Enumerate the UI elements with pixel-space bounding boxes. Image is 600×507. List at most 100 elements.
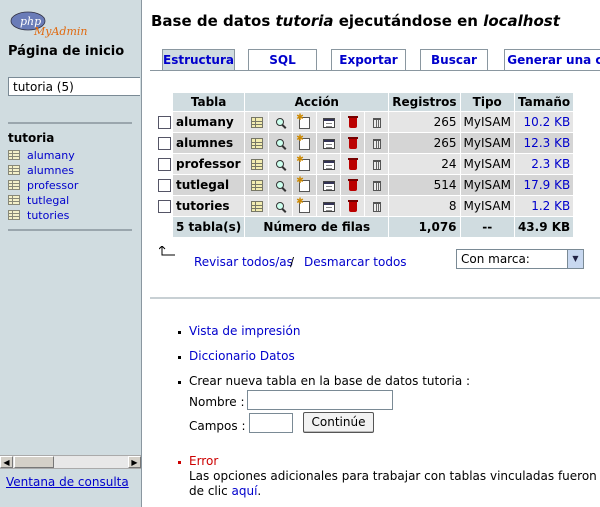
browse-icon[interactable] (250, 159, 263, 170)
table-name-input[interactable] (247, 390, 393, 410)
insert-icon[interactable] (296, 155, 311, 171)
table-icon[interactable] (8, 180, 20, 190)
row-size[interactable]: 12.3 KB (514, 133, 574, 153)
action-empty[interactable] (365, 112, 389, 132)
action-properties[interactable] (317, 133, 341, 153)
empty-icon[interactable] (372, 138, 381, 149)
empty-icon[interactable] (372, 201, 381, 212)
nav-table-link[interactable]: professor (27, 179, 78, 192)
action-browse[interactable] (245, 196, 269, 216)
action-insert[interactable] (293, 133, 317, 153)
query-window-link[interactable]: Ventana de consulta (6, 475, 129, 489)
action-drop[interactable] (341, 154, 365, 174)
nav-table-item[interactable]: tutories (8, 208, 78, 223)
tab-structure[interactable]: Estructura (162, 49, 235, 70)
row-checkbox[interactable] (157, 116, 171, 129)
action-browse[interactable] (245, 175, 269, 195)
scroll-left-icon[interactable]: ◀ (0, 456, 13, 468)
action-empty[interactable] (365, 196, 389, 216)
action-properties[interactable] (317, 175, 341, 195)
browse-icon[interactable] (250, 138, 263, 149)
table-icon[interactable] (8, 210, 20, 220)
action-browse[interactable] (245, 154, 269, 174)
row-checkbox[interactable] (157, 200, 171, 213)
action-properties[interactable] (317, 196, 341, 216)
row-checkbox[interactable] (157, 158, 171, 171)
row-size[interactable]: 1.2 KB (514, 196, 574, 216)
nav-table-item[interactable]: professor (8, 178, 78, 193)
action-properties[interactable] (317, 154, 341, 174)
action-drop[interactable] (341, 196, 365, 216)
tab-query-builder[interactable]: Generar una co (504, 49, 600, 70)
action-drop[interactable] (341, 175, 365, 195)
insert-icon[interactable] (296, 134, 311, 150)
insert-icon[interactable] (296, 197, 311, 213)
action-drop[interactable] (341, 112, 365, 132)
nav-table-link[interactable]: alumnes (27, 164, 74, 177)
action-insert[interactable] (293, 196, 317, 216)
home-link[interactable]: Página de inicio (8, 44, 124, 59)
browse-icon[interactable] (250, 117, 263, 128)
action-select[interactable] (269, 175, 293, 195)
action-select[interactable] (269, 112, 293, 132)
nav-table-item[interactable]: alumnes (8, 163, 78, 178)
action-select[interactable] (269, 196, 293, 216)
drop-icon[interactable] (347, 178, 358, 191)
empty-icon[interactable] (372, 117, 381, 128)
action-insert[interactable] (293, 175, 317, 195)
row-size[interactable]: 17.9 KB (514, 175, 574, 195)
action-browse[interactable] (245, 133, 269, 153)
properties-icon[interactable] (322, 180, 335, 191)
action-browse[interactable] (245, 112, 269, 132)
database-select[interactable]: tutoria (5) (8, 77, 140, 96)
uncheck-all-link[interactable]: Desmarcar todos (304, 255, 407, 269)
go-button[interactable]: Continúe (303, 412, 374, 433)
action-insert[interactable] (293, 154, 317, 174)
action-properties[interactable] (317, 112, 341, 132)
current-database-name[interactable]: tutoria (8, 131, 54, 145)
table-icon[interactable] (8, 195, 20, 205)
action-select[interactable] (269, 133, 293, 153)
phpmyadmin-logo[interactable]: php MyAdmin (8, 5, 88, 39)
tab-sql[interactable]: SQL (248, 49, 317, 70)
error-here-link[interactable]: aquí (232, 484, 258, 498)
action-select[interactable] (269, 154, 293, 174)
nav-table-item[interactable]: alumany (8, 148, 78, 163)
nav-table-item[interactable]: tutlegal (8, 193, 78, 208)
properties-icon[interactable] (322, 201, 335, 212)
nav-table-link[interactable]: tutlegal (27, 194, 69, 207)
search-icon[interactable] (275, 159, 287, 171)
search-icon[interactable] (275, 180, 287, 192)
nav-table-link[interactable]: alumany (27, 149, 75, 162)
action-empty[interactable] (365, 133, 389, 153)
table-icon[interactable] (8, 165, 20, 175)
scroll-thumb[interactable] (14, 456, 54, 468)
empty-icon[interactable] (372, 180, 381, 191)
row-size[interactable]: 2.3 KB (514, 154, 574, 174)
drop-icon[interactable] (347, 157, 358, 170)
nav-table-link[interactable]: tutories (27, 209, 69, 222)
row-checkbox[interactable] (157, 179, 171, 192)
check-all-link[interactable]: Revisar todos/as (194, 255, 293, 269)
fields-count-input[interactable] (249, 413, 293, 433)
properties-icon[interactable] (322, 117, 335, 128)
search-icon[interactable] (275, 117, 287, 129)
search-icon[interactable] (275, 138, 287, 150)
scroll-right-icon[interactable]: ▶ (128, 456, 141, 468)
insert-icon[interactable] (296, 176, 311, 192)
drop-icon[interactable] (347, 136, 358, 149)
action-empty[interactable] (365, 154, 389, 174)
print-view-link[interactable]: Vista de impresión (189, 324, 300, 338)
table-icon[interactable] (8, 150, 20, 160)
action-empty[interactable] (365, 175, 389, 195)
drop-icon[interactable] (347, 199, 358, 212)
row-size[interactable]: 10.2 KB (514, 112, 574, 132)
tab-search[interactable]: Buscar (420, 49, 488, 70)
drop-icon[interactable] (347, 115, 358, 128)
browse-icon[interactable] (250, 201, 263, 212)
empty-icon[interactable] (372, 159, 381, 170)
search-icon[interactable] (275, 201, 287, 213)
chevron-down-icon[interactable]: ▼ (567, 250, 583, 268)
browse-icon[interactable] (250, 180, 263, 191)
properties-icon[interactable] (322, 138, 335, 149)
